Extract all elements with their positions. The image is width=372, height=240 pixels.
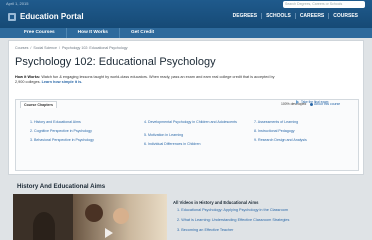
play-icon[interactable]	[105, 228, 113, 238]
chapter-link-7[interactable]: 7. Assessments of Learning	[254, 120, 354, 124]
nav-schools[interactable]: SCHOOLS	[266, 13, 291, 19]
course-panel: Courses / Social Science / Psychology 10…	[8, 40, 364, 175]
nav-careers[interactable]: CAREERS	[300, 13, 324, 19]
final-exam-label: Take the final exam	[301, 100, 329, 104]
top-nav: DEGREES SCHOOLS CAREERS COURSES	[229, 13, 358, 19]
page: April 1, 2015 Search Degrees, Careers or…	[0, 0, 372, 240]
video-link-3[interactable]: 3. Becoming an Effective Teacher	[177, 228, 233, 232]
chapters-tab[interactable]: Course Chapters	[20, 101, 57, 108]
chapter-link-5[interactable]: 5. Motivation in Learning	[144, 133, 240, 137]
breadcrumb-social-science[interactable]: Social Science	[33, 46, 57, 50]
breadcrumb-courses[interactable]: Courses	[15, 46, 28, 50]
page-title: Psychology 102: Educational Psychology	[15, 56, 216, 68]
nav-degrees[interactable]: DEGREES	[233, 13, 257, 19]
video-person	[113, 208, 129, 224]
video-link-1[interactable]: 1. Educational Psychology: Applying Psyc…	[177, 208, 288, 212]
breadcrumb-separator: /	[30, 46, 32, 50]
nav-courses[interactable]: COURSES	[333, 13, 358, 19]
learn-how-link[interactable]: Learn how simple it is.	[42, 80, 83, 84]
subnav-free-courses[interactable]: Free Courses	[13, 28, 67, 38]
final-exam-link[interactable]: Take the final exam	[296, 100, 329, 105]
logo-text: Education Portal	[20, 12, 84, 21]
sub-nav: Free Courses How It Works Get Credit	[0, 28, 372, 38]
how-it-works-text: How it Works: Watch fun & engaging lesso…	[15, 75, 285, 85]
chapter-link-6[interactable]: 6. Individual Differences in Children	[144, 142, 240, 146]
breadcrumb-separator: /	[58, 46, 60, 50]
breadcrumb-current: Psychology 102: Educational Psychology	[61, 46, 128, 50]
chapter-link-1[interactable]: 1. History and Educational Aims	[30, 120, 130, 124]
arrow-icon	[296, 100, 299, 105]
site-header: April 1, 2015 Search Degrees, Careers or…	[0, 0, 372, 28]
chapter-link-9[interactable]: 9. Research Design and Analysis	[254, 138, 354, 142]
logo-icon	[8, 12, 16, 21]
how-it-works-label: How it Works:	[15, 75, 41, 79]
video-player[interactable]	[13, 194, 167, 240]
date-label: April 1, 2015	[6, 1, 29, 6]
site-logo[interactable]: Education Portal	[8, 12, 84, 21]
nav-divider	[261, 13, 263, 19]
all-videos-heading: All Videos in History and Educational Ai…	[173, 200, 259, 205]
breadcrumb: Courses / Social Science / Psychology 10…	[15, 46, 130, 50]
search-input[interactable]: Search Degrees, Careers or Schools	[283, 1, 365, 8]
course-chapters: Course Chapters 100% developed About thi…	[15, 99, 359, 171]
subnav-get-credit[interactable]: Get Credit	[120, 28, 165, 38]
nav-divider	[328, 13, 330, 19]
chapter-link-3[interactable]: 3. Behavioral Perspective in Psychology	[30, 138, 130, 142]
video-person	[85, 204, 103, 222]
video-person	[33, 212, 55, 240]
chapter-link-8[interactable]: 8. Instructional Pedagogy	[254, 129, 354, 133]
chapter-section-title: History And Educational Aims	[17, 183, 106, 190]
video-link-2[interactable]: 2. What is Learning: Understanding Effec…	[177, 218, 289, 222]
nav-divider	[294, 13, 296, 19]
chapter-link-4[interactable]: 4. Developmental Psychology in Children …	[144, 120, 240, 124]
subnav-how-it-works[interactable]: How It Works	[67, 28, 120, 38]
chapter-link-2[interactable]: 2. Cognitive Perspective in Psychology	[30, 129, 130, 133]
